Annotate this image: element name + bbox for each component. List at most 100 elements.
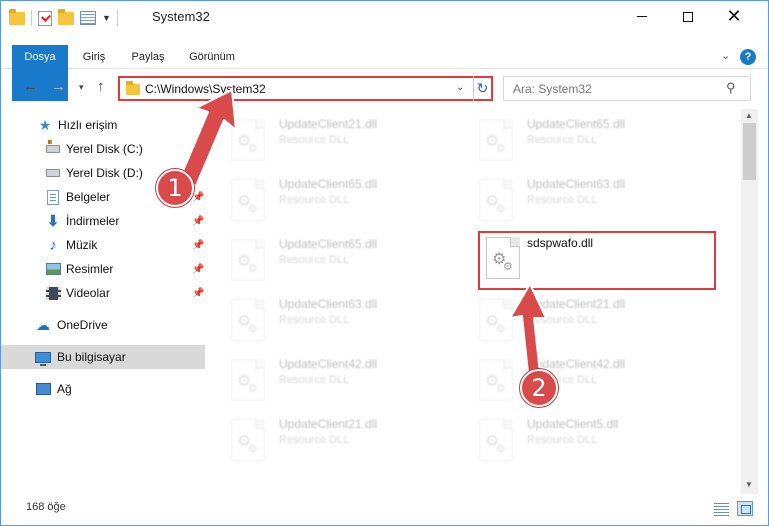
list-item[interactable]: ⚙ ⚙ UpdateClient65.dll Resource DLL — [217, 171, 457, 227]
pin-icon[interactable]: 📌 — [192, 168, 204, 179]
file-name: sdspwafo.dll — [527, 236, 594, 250]
tab-view[interactable]: Görünüm — [187, 45, 237, 69]
dll-file-icon: ⚙ ⚙ — [479, 299, 513, 341]
list-item[interactable]: ⚙ ⚙ UpdateClient65.dll Resource DLL — [217, 231, 457, 287]
title-bar: ▼ System32 ✕ — [1, 1, 768, 33]
sidebar-item-local-disk-c[interactable]: Yerel Disk (C:) — [1, 137, 205, 161]
sidebar-item-downloads[interactable]: ⬇ İndirmeler 📌 — [1, 209, 205, 233]
list-item[interactable]: ⚙ ⚙ UpdateClient21.dll Resource DLL — [217, 411, 457, 467]
scroll-thumb[interactable] — [743, 123, 756, 180]
dll-file-icon: ⚙ ⚙ — [479, 179, 513, 221]
recent-locations-icon[interactable]: ▾ — [79, 82, 84, 93]
file-name: UpdateClient63.dll — [527, 177, 626, 191]
file-name: UpdateClient42.dll — [279, 357, 378, 371]
pictures-icon — [45, 261, 61, 277]
local-disk-d-icon — [45, 165, 61, 181]
list-item[interactable]: ⚙ ⚙ UpdateClient21.dll Resource DLL — [465, 291, 705, 347]
separator — [31, 10, 32, 26]
list-item-selected[interactable]: ⚙ ⚙ sdspwafo.dll — [478, 231, 716, 290]
scroll-up-icon[interactable]: ▲ — [745, 111, 753, 120]
onedrive-icon: ☁ — [36, 316, 50, 333]
list-item[interactable]: ⚙ ⚙ UpdateClient63.dll Resource DLL — [465, 171, 705, 227]
sidebar-item-network[interactable]: Ağ — [1, 377, 205, 401]
dll-file-icon: ⚙ ⚙ — [231, 239, 265, 281]
refresh-icon[interactable]: ↻ — [473, 76, 491, 101]
new-folder-icon[interactable] — [58, 8, 74, 25]
details-view-icon[interactable] — [714, 503, 729, 516]
sidebar-item-music[interactable]: ♪ Müzik 📌 — [1, 233, 205, 257]
list-item[interactable]: ⚙ ⚙ UpdateClient42.dll Resource DLL — [465, 351, 705, 407]
vertical-scrollbar[interactable]: ▲ ▼ — [741, 109, 758, 494]
up-arrow-icon[interactable]: ↑ — [97, 78, 105, 95]
search-input[interactable]: Ara: System32 — [513, 82, 592, 96]
network-icon — [35, 381, 51, 397]
dll-file-icon: ⚙ ⚙ — [231, 299, 265, 341]
separator — [116, 10, 118, 26]
sidebar-item-quick-access[interactable]: ★ Hızlı erişim — [1, 113, 205, 137]
pin-icon[interactable]: 📌 — [192, 288, 204, 299]
minimize-button[interactable] — [619, 1, 665, 32]
file-type: Resource DLL — [527, 314, 598, 326]
properties-icon[interactable] — [80, 11, 96, 25]
item-count: 168 öğe — [26, 501, 66, 513]
downloads-icon: ⬇ — [46, 213, 60, 230]
list-item[interactable]: ⚙ ⚙ UpdateClient42.dll Resource DLL — [217, 351, 457, 407]
folder-icon — [9, 8, 25, 25]
close-button[interactable]: ✕ — [711, 1, 757, 32]
sidebar-item-onedrive[interactable]: ☁ OneDrive — [1, 313, 205, 337]
folder-icon — [126, 81, 140, 95]
pin-icon[interactable]: 📌 — [192, 264, 204, 275]
list-item[interactable]: ⚙ ⚙ UpdateClient21.dll Resource DLL — [217, 111, 457, 167]
maximize-button[interactable] — [665, 1, 711, 32]
maximize-icon — [683, 11, 693, 22]
pin-icon[interactable]: 📌 — [192, 192, 204, 203]
file-name: UpdateClient21.dll — [279, 117, 378, 131]
large-icons-view-icon[interactable] — [737, 501, 753, 516]
pin-icon[interactable]: 📌 — [192, 216, 204, 227]
file-type: Resource DLL — [527, 434, 598, 446]
pin-icon[interactable]: 📌 — [192, 240, 204, 251]
scroll-down-icon[interactable]: ▼ — [745, 480, 753, 489]
file-type: Resource DLL — [279, 194, 350, 206]
quick-access-toolbar: ▼ — [9, 8, 118, 26]
address-path[interactable]: C:\Windows\System32 — [145, 82, 266, 96]
sidebar-item-pictures[interactable]: Resimler 📌 — [1, 257, 205, 281]
sidebar-item-videos[interactable]: Videolar 📌 — [1, 281, 205, 305]
forward-arrow-icon[interactable]: → — [51, 78, 66, 95]
file-list: ⚙ ⚙ UpdateClient21.dll Resource DLL ⚙ ⚙ Up… — [217, 109, 740, 489]
sidebar-item-label: Müzik — [66, 238, 98, 252]
file-name: UpdateClient5.dll — [527, 417, 619, 431]
this-pc-icon — [35, 349, 51, 366]
list-item[interactable]: ⚙ ⚙ UpdateClient5.dll Resource DLL — [465, 411, 705, 467]
annotation-badge-2: 2 — [520, 369, 558, 407]
sidebar-item-label: Videolar — [66, 286, 110, 300]
file-type: Resource DLL — [279, 434, 350, 446]
list-item[interactable]: ⚙ ⚙ UpdateClient65.dll Resource DLL — [465, 111, 705, 167]
file-type: Resource DLL — [279, 314, 350, 326]
back-arrow-icon[interactable]: ← — [23, 78, 38, 95]
file-name: UpdateClient63.dll — [279, 297, 378, 311]
star-icon: ★ — [38, 116, 52, 133]
sidebar-item-this-pc[interactable]: Bu bilgisayar — [1, 345, 205, 369]
address-bar[interactable]: C:\Windows\System32 ⌄ ↻ — [118, 76, 493, 101]
dll-file-icon: ⚙ ⚙ — [479, 419, 513, 461]
list-item[interactable]: ⚙ ⚙ UpdateClient63.dll Resource DLL — [217, 291, 457, 347]
help-icon[interactable]: ? — [740, 49, 756, 65]
tab-share[interactable]: Paylaş — [130, 45, 166, 69]
file-type: Resource DLL — [527, 194, 598, 206]
explorer-window: ▼ System32 ✕ Dosya Giriş Paylaş Görünüm … — [0, 0, 769, 526]
file-name: UpdateClient65.dll — [279, 237, 378, 251]
properties-check-icon[interactable] — [38, 10, 52, 26]
search-icon[interactable]: ⚲ — [726, 80, 736, 96]
sidebar-item-label: Yerel Disk (C:) — [66, 142, 143, 156]
file-type: Resource DLL — [279, 254, 350, 266]
search-box[interactable]: Ara: System32 ⚲ — [503, 76, 751, 101]
sidebar-item-label: Belgeler — [66, 190, 111, 204]
address-dropdown-icon[interactable]: ⌄ — [456, 82, 464, 93]
navigation-pane: ★ Hızlı erişim Yerel Disk (C:) Yerel Dis… — [1, 109, 206, 489]
qat-customize-icon[interactable]: ▼ — [102, 13, 111, 23]
file-name: UpdateClient65.dll — [527, 117, 626, 131]
sidebar-item-label: İndirmeler — [66, 214, 120, 228]
tab-home[interactable]: Giriş — [80, 45, 108, 69]
expand-ribbon-icon[interactable]: ⌄ — [721, 49, 730, 62]
